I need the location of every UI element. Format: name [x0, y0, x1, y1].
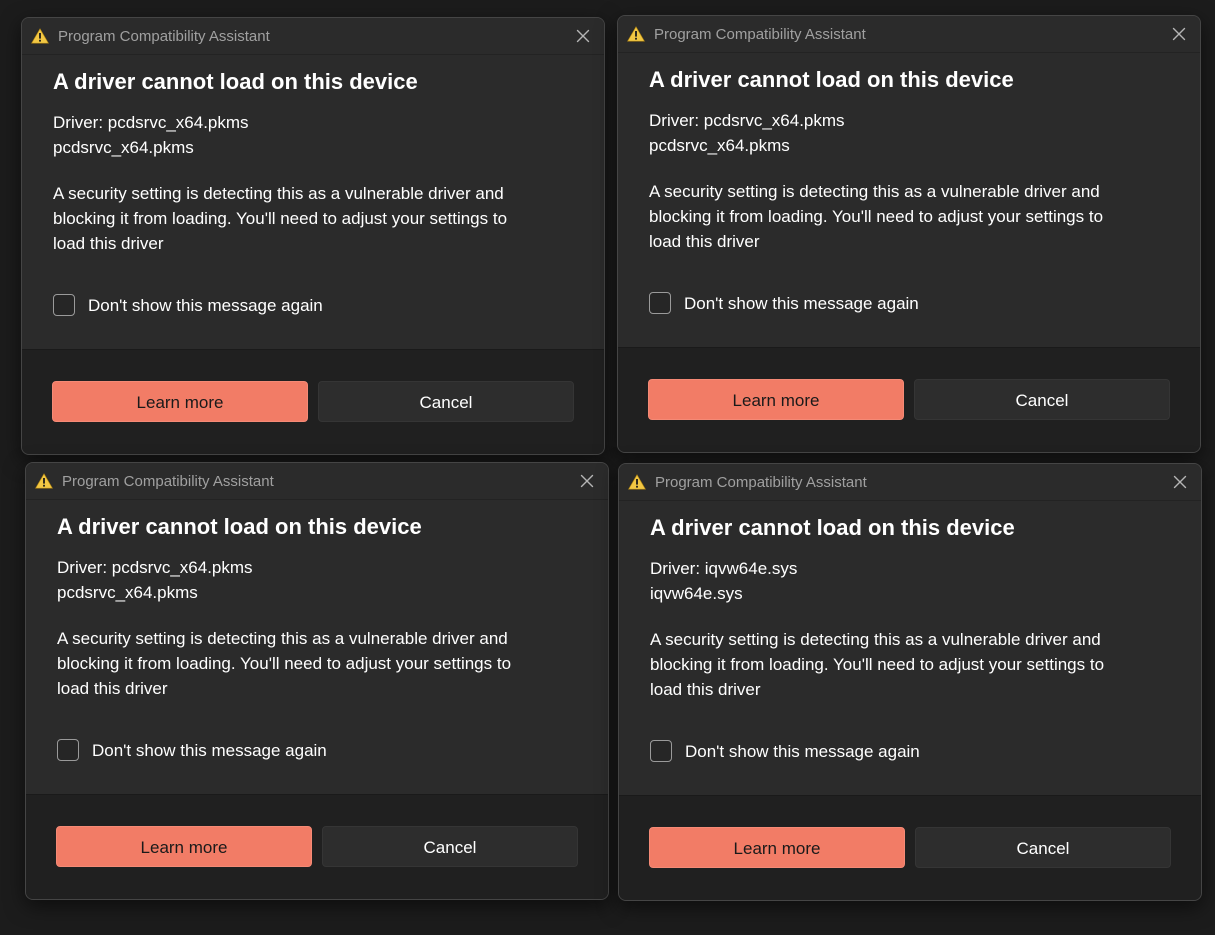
close-button[interactable] [578, 472, 596, 490]
dialog-titlebar: Program Compatibility Assistant [26, 463, 608, 500]
driver-file: pcdsrvc_x64.pkms [57, 583, 198, 602]
close-icon [1173, 475, 1187, 489]
dialog-footer: Learn more Cancel [22, 349, 604, 454]
dialog-footer: Learn more Cancel [619, 795, 1201, 900]
message-line: A security setting is detecting this as … [650, 630, 1101, 649]
close-button[interactable] [1170, 25, 1188, 43]
cancel-button[interactable]: Cancel [318, 381, 574, 422]
dont-show-again-label: Don't show this message again [684, 294, 919, 313]
dialog-message: A security setting is detecting this as … [650, 627, 1180, 702]
driver-label: Driver: pcdsrvc_x64.pkms [649, 111, 845, 130]
close-icon [576, 29, 590, 43]
learn-more-button[interactable]: Learn more [52, 381, 308, 422]
dont-show-again-label: Don't show this message again [92, 741, 327, 760]
dialog-title: Program Compatibility Assistant [654, 26, 866, 43]
driver-file: pcdsrvc_x64.pkms [53, 138, 194, 157]
warning-triangle-icon [627, 26, 645, 42]
dialog-heading: A driver cannot load on this device [53, 69, 418, 94]
warning-triangle-icon [35, 473, 53, 489]
dont-show-again-checkbox[interactable] [649, 292, 671, 314]
close-button[interactable] [1171, 473, 1189, 491]
cancel-button[interactable]: Cancel [322, 826, 578, 867]
driver-label: Driver: pcdsrvc_x64.pkms [53, 113, 249, 132]
dont-show-again-checkbox[interactable] [57, 739, 79, 761]
message-line: A security setting is detecting this as … [649, 182, 1100, 201]
dialog-title: Program Compatibility Assistant [62, 473, 274, 490]
dialog-message: A security setting is detecting this as … [53, 181, 583, 256]
warning-triangle-icon [628, 474, 646, 490]
dialog-footer: Learn more Cancel [26, 794, 608, 899]
driver-label: Driver: pcdsrvc_x64.pkms [57, 558, 253, 577]
dialog-message: A security setting is detecting this as … [649, 179, 1179, 254]
close-button[interactable] [574, 27, 592, 45]
dialog-heading: A driver cannot load on this device [649, 67, 1014, 92]
dialog-heading: A driver cannot load on this device [57, 514, 422, 539]
message-line: load this driver [649, 232, 760, 251]
compatibility-dialog: Program Compatibility Assistant A driver… [21, 17, 605, 455]
learn-more-button[interactable]: Learn more [56, 826, 312, 867]
warning-triangle-icon [31, 28, 49, 44]
learn-more-button[interactable]: Learn more [648, 379, 904, 420]
message-line: A security setting is detecting this as … [53, 184, 504, 203]
learn-more-button[interactable]: Learn more [649, 827, 905, 868]
cancel-button[interactable]: Cancel [914, 379, 1170, 420]
dont-show-again-label: Don't show this message again [685, 742, 920, 761]
driver-label: Driver: iqvw64e.sys [650, 559, 798, 578]
compatibility-dialog: Program Compatibility Assistant A driver… [618, 463, 1202, 901]
dialog-message: A security setting is detecting this as … [57, 626, 587, 701]
message-line: blocking it from loading. You'll need to… [57, 654, 512, 673]
compatibility-dialog: Program Compatibility Assistant A driver… [25, 462, 609, 900]
close-icon [580, 474, 594, 488]
driver-file: pcdsrvc_x64.pkms [649, 136, 790, 155]
message-line: blocking it from loading. You'll need to… [650, 655, 1105, 674]
cancel-button[interactable]: Cancel [915, 827, 1171, 868]
dialog-titlebar: Program Compatibility Assistant [619, 464, 1201, 501]
dialog-titlebar: Program Compatibility Assistant [618, 16, 1200, 53]
message-line: blocking it from loading. You'll need to… [53, 209, 508, 228]
message-line: load this driver [650, 680, 761, 699]
message-line: load this driver [57, 679, 168, 698]
message-line: blocking it from loading. You'll need to… [649, 207, 1104, 226]
dont-show-again-checkbox[interactable] [53, 294, 75, 316]
compatibility-dialog: Program Compatibility Assistant A driver… [617, 15, 1201, 453]
dont-show-again-label: Don't show this message again [88, 296, 323, 315]
dialog-titlebar: Program Compatibility Assistant [22, 18, 604, 55]
dont-show-again-checkbox[interactable] [650, 740, 672, 762]
dialog-title: Program Compatibility Assistant [655, 474, 867, 491]
dialog-title: Program Compatibility Assistant [58, 28, 270, 45]
driver-file: iqvw64e.sys [650, 584, 743, 603]
close-icon [1172, 27, 1186, 41]
dialog-footer: Learn more Cancel [618, 347, 1200, 452]
dialog-heading: A driver cannot load on this device [650, 515, 1015, 540]
message-line: load this driver [53, 234, 164, 253]
message-line: A security setting is detecting this as … [57, 629, 508, 648]
